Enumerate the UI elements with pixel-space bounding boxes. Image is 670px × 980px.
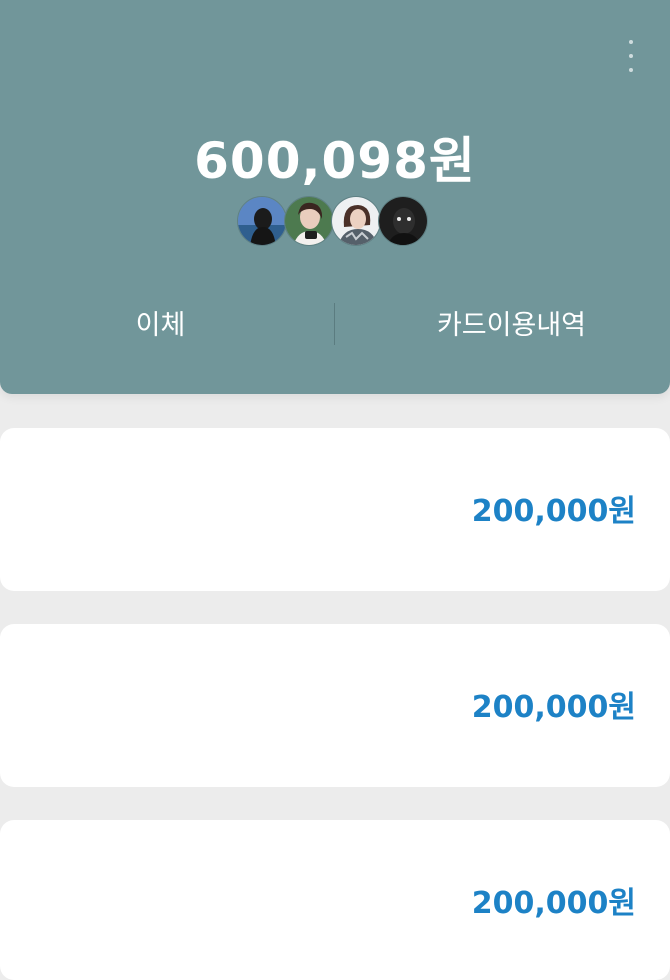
account-card[interactable]: 200,000원 — [0, 624, 670, 787]
avatar[interactable] — [378, 196, 428, 246]
more-dot — [629, 68, 633, 72]
more-dot — [629, 40, 633, 44]
group-account-header: 600,098원 이체 카드이용내역 — [0, 0, 670, 394]
account-amount: 200,000원 — [471, 886, 636, 921]
account-card[interactable]: 200,000원 — [0, 428, 670, 591]
header-actions: 이체 카드이용내역 — [0, 298, 670, 346]
avatar[interactable] — [284, 196, 334, 246]
avatar[interactable] — [331, 196, 381, 246]
account-amount: 200,000원 — [471, 494, 636, 529]
member-avatars[interactable] — [237, 196, 428, 246]
account-amount: 200,000원 — [471, 690, 636, 725]
transfer-button[interactable]: 이체 — [0, 298, 335, 346]
account-card[interactable]: 200,000원 — [0, 820, 670, 980]
more-dot — [629, 54, 633, 58]
more-options-icon[interactable] — [616, 36, 646, 76]
total-balance: 600,098원 — [194, 132, 476, 190]
avatar[interactable] — [237, 196, 287, 246]
card-history-button[interactable]: 카드이용내역 — [335, 298, 670, 346]
